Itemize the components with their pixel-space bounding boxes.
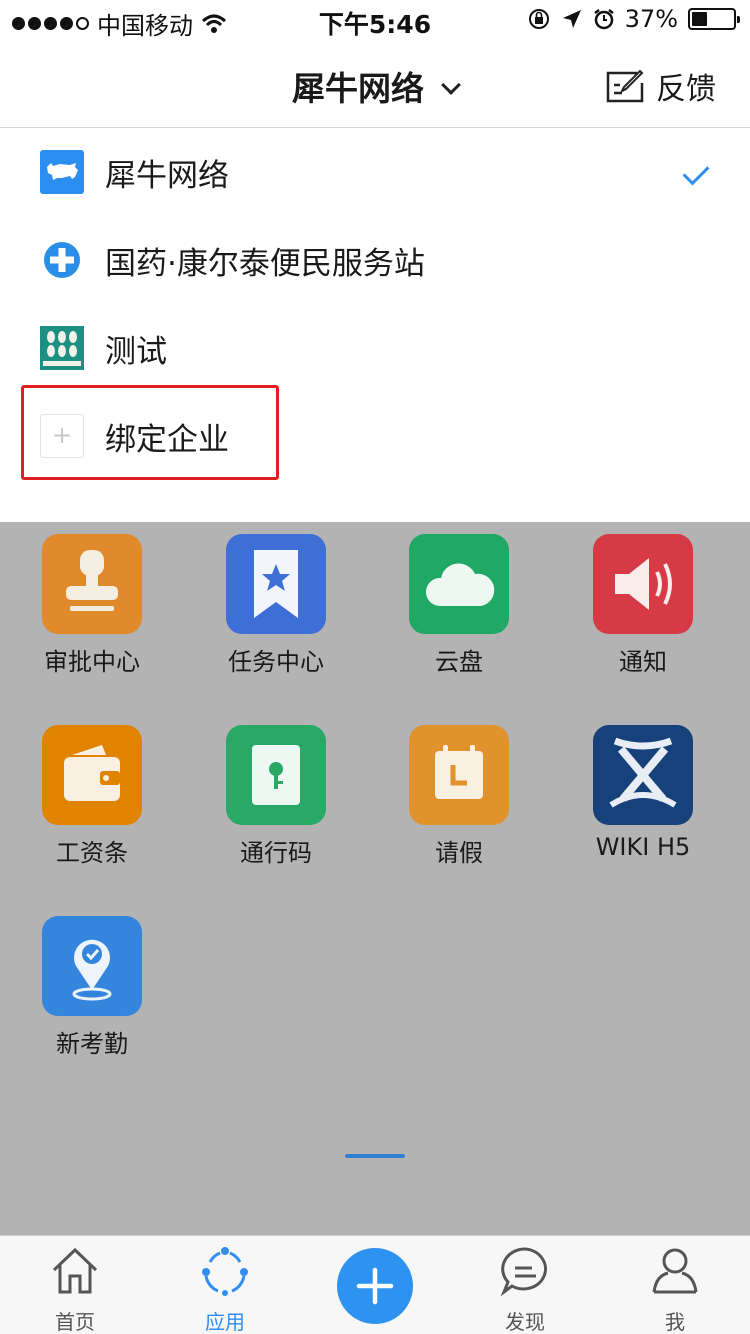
org-item[interactable]: 国药·康尔泰便民服务站 [0,216,750,304]
person-icon [652,1248,698,1294]
status-bar: 中国移动 下午5:46 37% [0,0,750,40]
org-dropdown: 犀牛网络 国药·康尔泰便民服务站 测试 + 绑定企业 [0,128,750,522]
nav-bar: 犀牛网络 反馈 [0,40,750,128]
apps-circle-icon [202,1247,248,1296]
calendar-icon [409,725,509,825]
app-label: 新考勤 [56,1030,128,1058]
app-wiki[interactable]: WIKI H5 [551,725,735,875]
feedback-button[interactable]: 反馈 [606,64,716,108]
tab-home[interactable]: 首页 [0,1236,150,1334]
tab-discover[interactable]: 发现 [450,1236,600,1334]
org-name: 测试 [105,333,167,370]
app-label: 云盘 [435,648,483,676]
orientation-lock-icon [528,9,549,29]
app-label: 通知 [619,648,667,676]
app-leave[interactable]: 请假 [367,725,551,875]
highlight-box [21,385,279,480]
stamp-icon [42,534,142,634]
app-payslip[interactable]: 工资条 [0,725,184,875]
app-label: 任务中心 [228,648,324,676]
org-item[interactable]: 犀牛网络 [0,128,750,216]
app-task-center[interactable]: 任务中心 [184,534,368,684]
battery-icon [688,8,740,30]
org-name: 犀牛网络 [105,157,229,194]
tab-bar: 首页 应用 发现 我 [0,1235,750,1334]
location-arrow-icon [562,10,581,28]
home-icon [52,1247,98,1294]
nav-title-label: 犀牛网络 [292,69,424,108]
app-label: 通行码 [240,839,312,867]
tab-label: 发现 [505,1310,545,1334]
chevron-down-icon [441,75,461,95]
speaker-icon [593,534,693,634]
battery-percent: 37% [624,5,678,33]
checkmark-icon [682,158,710,186]
tab-apps[interactable]: 应用 [150,1236,300,1334]
edit-note-icon [606,69,644,103]
app-attendance[interactable]: 新考勤 [0,916,184,1066]
org-item[interactable]: 测试 [0,304,750,392]
app-label: 请假 [435,839,483,867]
confluence-icon [593,725,693,825]
app-approval-center[interactable]: 审批中心 [0,534,184,684]
rhino-icon [40,150,84,194]
plus-icon [356,1267,394,1305]
tab-me[interactable]: 我 [600,1236,750,1334]
app-pass-code[interactable]: 通行码 [184,725,368,875]
app-label: 工资条 [56,839,128,867]
location-check-icon [42,916,142,1016]
pattern-icon [40,326,84,370]
feedback-label: 反馈 [656,72,716,107]
app-label: 审批中心 [44,648,140,676]
page-indicator [345,1154,405,1158]
medical-cross-icon [44,242,80,278]
cloud-icon [409,534,509,634]
lock-key-icon [226,725,326,825]
tab-label: 我 [665,1310,685,1334]
app-label: WIKI H5 [595,833,691,861]
status-right: 37% [527,5,740,33]
app-notice[interactable]: 通知 [551,534,735,684]
bookmark-star-icon [226,534,326,634]
org-name: 国药·康尔泰便民服务站 [105,245,425,282]
wallet-icon [42,725,142,825]
app-cloud-drive[interactable]: 云盘 [367,534,551,684]
tab-label: 应用 [205,1310,245,1334]
chat-bubble-icon [500,1247,547,1296]
add-button[interactable] [337,1248,413,1324]
tab-label: 首页 [55,1310,95,1334]
alarm-icon [593,9,614,30]
